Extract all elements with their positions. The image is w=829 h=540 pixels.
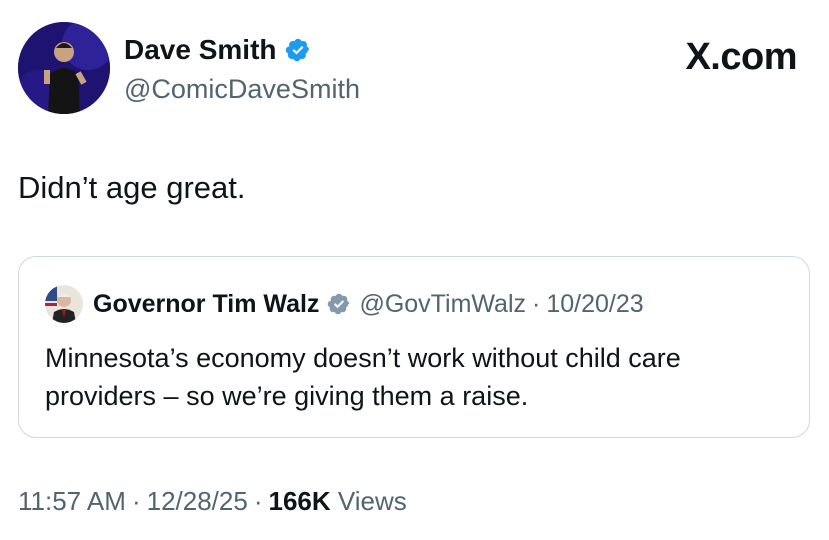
separator-dot: · xyxy=(253,486,263,516)
government-verified-badge-icon xyxy=(328,293,350,315)
tweet-date[interactable]: 12/28/25 xyxy=(147,486,248,516)
separator-dot: · xyxy=(532,289,541,318)
quoted-tweet-date[interactable]: 10/20/23 xyxy=(546,290,643,319)
quoted-tweet-text: Minnesota’s economy doesn’t work without… xyxy=(45,343,681,411)
quoted-author-handle[interactable]: @GovTimWalz xyxy=(359,290,526,319)
quoted-author-name[interactable]: Governor Tim Walz xyxy=(93,290,319,319)
quoted-tweet-card[interactable]: Governor Tim Walz @GovTimWalz · 10/20/23… xyxy=(18,256,810,438)
views-label: Views xyxy=(337,486,407,516)
tweet-metadata: 11:57 AM · 12/28/25 · 166K Views xyxy=(18,486,407,517)
x-com-watermark: X.com xyxy=(685,36,797,79)
author-name-row[interactable]: Dave Smith xyxy=(124,34,311,66)
tweet-time[interactable]: 11:57 AM xyxy=(18,486,126,516)
author-name[interactable]: Dave Smith xyxy=(124,34,277,66)
tweet-text: Didn’t age great. xyxy=(18,170,246,205)
author-avatar[interactable] xyxy=(18,22,110,114)
brand-label: X.com xyxy=(685,36,797,78)
quoted-tweet-header: Governor Tim Walz @GovTimWalz · 10/20/23 xyxy=(45,285,644,323)
author-handle[interactable]: @ComicDaveSmith xyxy=(124,74,360,105)
quoted-author-avatar[interactable] xyxy=(45,285,83,323)
verified-badge-icon xyxy=(285,38,309,62)
separator-dot: · xyxy=(131,486,141,516)
views-count: 166K xyxy=(268,486,331,516)
